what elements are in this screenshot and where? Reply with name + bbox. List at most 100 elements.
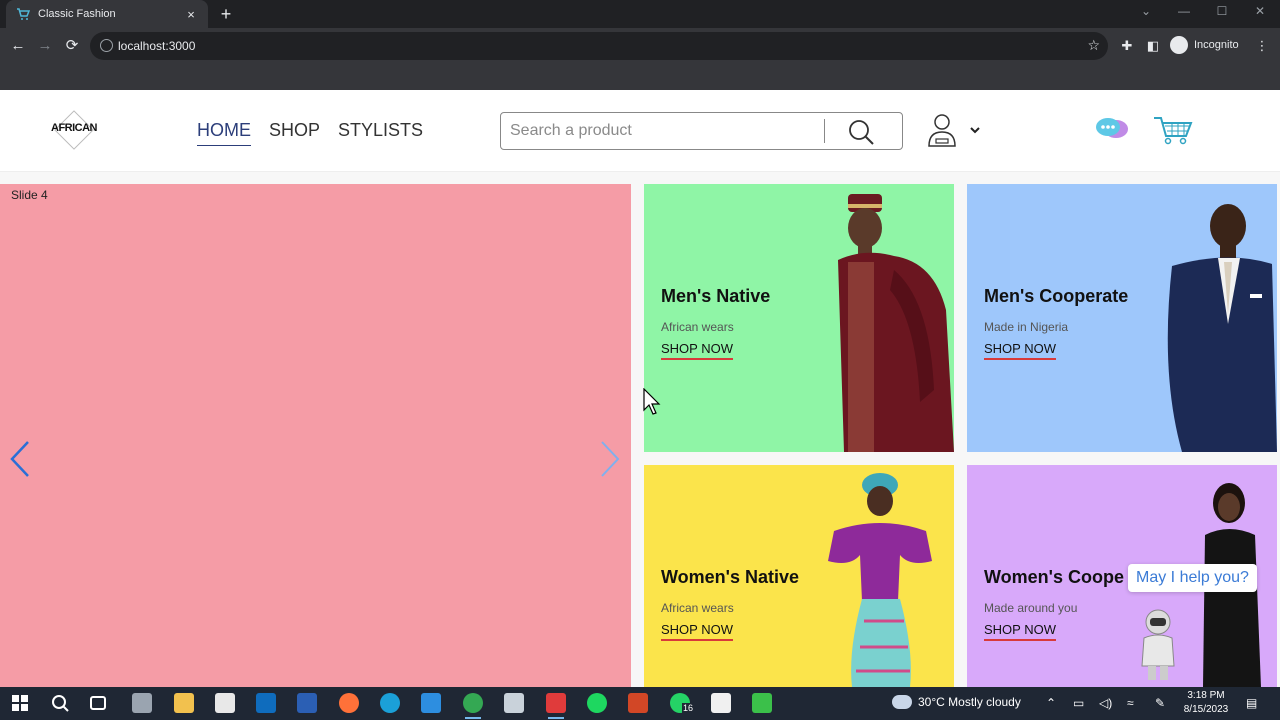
- card-subtitle: Made in Nigeria: [984, 320, 1069, 334]
- wifi-icon[interactable]: ≈: [1127, 696, 1134, 710]
- browser-toolbar: ← → ⟳ localhost:3000 ☆ ✚ ◧ Incognito ⋮: [0, 28, 1280, 64]
- whatsapp-badge: 16: [682, 703, 695, 713]
- address-bar[interactable]: localhost:3000 ☆: [90, 32, 1108, 60]
- category-card-mens-native[interactable]: Men's Native African wears SHOP NOW: [644, 184, 954, 452]
- browser-tab[interactable]: Classic Fashion ×: [6, 0, 208, 28]
- menu-icon[interactable]: ⋮: [1254, 38, 1270, 54]
- chrome-icon[interactable]: [463, 693, 483, 713]
- word-icon[interactable]: [297, 693, 317, 713]
- chevron-left-icon[interactable]: [8, 439, 32, 479]
- help-bubble[interactable]: May I help you?: [1128, 564, 1257, 592]
- incognito-label: Incognito: [1194, 39, 1239, 51]
- search-taskbar-icon[interactable]: [50, 693, 70, 713]
- maximize-icon[interactable]: ☐: [1212, 4, 1232, 18]
- shop-now-link[interactable]: SHOP NOW: [984, 622, 1056, 641]
- logo-text: AFRICAN: [51, 122, 98, 134]
- tab-title: Classic Fashion: [38, 8, 116, 20]
- main-nav: HOME SHOP STYLISTS: [197, 120, 441, 146]
- store-icon[interactable]: [215, 693, 235, 713]
- mens-cooperate-model-image: [1167, 204, 1277, 452]
- security-icon[interactable]: [711, 693, 731, 713]
- vscode-icon[interactable]: [421, 693, 441, 713]
- shop-now-link[interactable]: SHOP NOW: [661, 341, 733, 360]
- bookmark-bar: [0, 64, 1280, 90]
- nav-stylists[interactable]: STYLISTS: [338, 120, 423, 146]
- mens-native-model-image: [838, 194, 954, 452]
- card-subtitle: Made around you: [984, 601, 1078, 615]
- hero-slider[interactable]: Slide 4: [0, 184, 631, 687]
- edge-icon[interactable]: [380, 693, 400, 713]
- card-title: Women's Native: [661, 567, 799, 587]
- tab-close-icon[interactable]: ×: [184, 7, 198, 22]
- windows-taskbar: 16 30°C Mostly cloudy ⌃ ▭ ◁) ≈ ✎ 3:18 PM…: [0, 687, 1280, 720]
- category-card-mens-cooperate[interactable]: Men's Cooperate Made in Nigeria SHOP NOW: [967, 184, 1277, 452]
- active-indicator: [548, 717, 564, 719]
- browser-tab-strip: Classic Fashion × + ⌄ — ☐ ✕: [0, 0, 1280, 28]
- site-header: AFRICAN HOME SHOP STYLISTS: [0, 90, 1280, 172]
- womens-native-model-image: [828, 473, 932, 687]
- pen-icon[interactable]: ✎: [1155, 696, 1165, 710]
- battery-icon[interactable]: ▭: [1073, 696, 1084, 710]
- search-divider: [824, 119, 825, 143]
- card-title: Women's Coope: [984, 567, 1124, 587]
- slide-label: Slide 4: [11, 188, 48, 202]
- site-logo[interactable]: AFRICAN: [50, 108, 98, 152]
- web-page: AFRICAN HOME SHOP STYLISTS Search a prod…: [0, 90, 1280, 687]
- weather-widget[interactable]: 30°C Mostly cloudy: [892, 695, 1021, 709]
- new-tab-button[interactable]: +: [216, 4, 236, 24]
- card-title: Men's Cooperate: [984, 286, 1129, 306]
- camtasia-icon[interactable]: [752, 693, 772, 713]
- shop-now-link[interactable]: SHOP NOW: [661, 622, 733, 641]
- shop-now-link[interactable]: SHOP NOW: [984, 341, 1056, 360]
- show-hidden-icons[interactable]: ⌃: [1046, 696, 1056, 710]
- back-icon[interactable]: ←: [8, 36, 28, 56]
- file-explorer-icon[interactable]: [174, 693, 194, 713]
- spotify-icon[interactable]: [587, 693, 607, 713]
- windows-start-icon[interactable]: [10, 693, 30, 713]
- search-box: [500, 112, 903, 150]
- app-icon-2[interactable]: [504, 693, 524, 713]
- user-account-icon[interactable]: [926, 112, 982, 148]
- nav-shop[interactable]: SHOP: [269, 120, 320, 146]
- forward-icon[interactable]: →: [35, 36, 55, 56]
- minimize-icon[interactable]: —: [1174, 4, 1194, 18]
- incognito-profile[interactable]: Incognito: [1170, 36, 1239, 54]
- side-panel-icon[interactable]: ◧: [1145, 38, 1161, 54]
- cloud-icon: [892, 695, 912, 709]
- card-title: Men's Native: [661, 286, 771, 306]
- url-text: localhost:3000: [118, 39, 196, 53]
- close-window-icon[interactable]: ✕: [1250, 4, 1270, 18]
- reload-icon[interactable]: ⟳: [62, 36, 82, 56]
- site-info-icon[interactable]: [100, 39, 113, 52]
- cart-icon[interactable]: [1152, 112, 1194, 146]
- clock[interactable]: 3:18 PM 8/15/2023: [1180, 689, 1232, 717]
- firefox-icon[interactable]: [339, 693, 359, 713]
- mouse-cursor-icon: [643, 388, 661, 415]
- incognito-icon: [1170, 36, 1188, 54]
- search-icon[interactable]: [847, 118, 875, 146]
- tab-search-icon[interactable]: ⌄: [1136, 4, 1156, 18]
- app-icon[interactable]: [132, 693, 152, 713]
- card-subtitle: African wears: [661, 320, 734, 334]
- cart-favicon-icon: [17, 8, 30, 20]
- card-subtitle: African wears: [661, 601, 734, 615]
- time-text: 3:18 PM: [1187, 690, 1225, 701]
- extensions-icon[interactable]: ✚: [1119, 38, 1135, 54]
- weather-text: 30°C Mostly cloudy: [918, 695, 1021, 709]
- volume-icon[interactable]: ◁): [1099, 696, 1112, 710]
- chevron-right-icon[interactable]: [598, 439, 622, 479]
- notifications-icon[interactable]: ▤: [1246, 696, 1257, 710]
- whatsapp-icon[interactable]: 16: [670, 693, 695, 713]
- outlook-icon[interactable]: [256, 693, 276, 713]
- chatbot-robot-icon[interactable]: [1132, 608, 1184, 682]
- date-text: 8/15/2023: [1183, 704, 1229, 715]
- app-icon-3[interactable]: [546, 693, 566, 713]
- search-input[interactable]: [510, 121, 810, 141]
- chat-icon[interactable]: [1094, 114, 1130, 144]
- category-card-womens-native[interactable]: Women's Native African wears SHOP NOW: [644, 465, 954, 687]
- nav-home[interactable]: HOME: [197, 120, 251, 146]
- active-indicator: [465, 717, 481, 719]
- task-view-icon[interactable]: [90, 696, 106, 710]
- bookmark-star-icon[interactable]: ☆: [1087, 37, 1100, 54]
- powerpoint-icon[interactable]: [628, 693, 648, 713]
